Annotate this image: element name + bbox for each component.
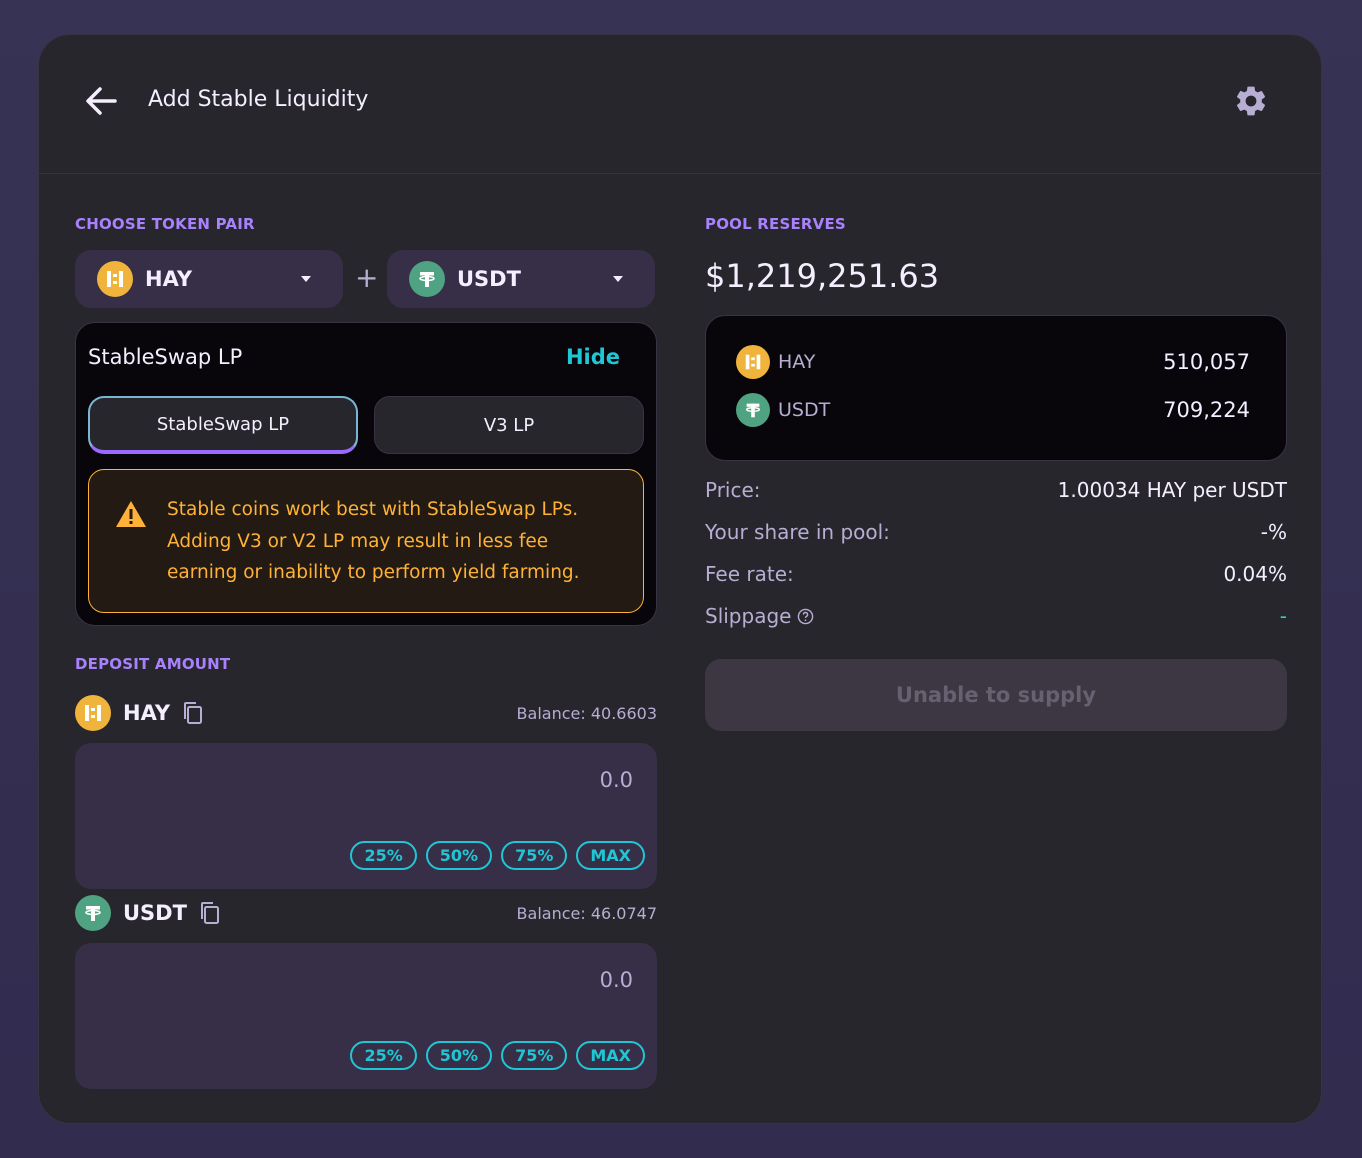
deposit-hay-box: 25% 50% 75% MAX [75, 743, 657, 889]
fee-label: Fee rate: [705, 562, 794, 586]
fee-value: 0.04% [1223, 562, 1287, 586]
percent-buttons: 25% 50% 75% MAX [350, 1041, 645, 1070]
question-circle-icon[interactable] [797, 608, 814, 625]
page-title: Add Stable Liquidity [148, 87, 369, 112]
token-b-select[interactable]: USDT [387, 250, 655, 308]
usdt-amount-input[interactable] [233, 965, 633, 995]
percent-25-button[interactable]: 25% [350, 1041, 417, 1070]
fee-row: Fee rate: 0.04% [705, 562, 1287, 586]
warning-triangle-icon [116, 501, 146, 527]
slippage-label-wrap: Slippage [705, 604, 814, 628]
token-b-symbol: USDT [457, 267, 521, 291]
deposit-token-symbol: USDT [123, 901, 187, 925]
percent-50-button[interactable]: 50% [425, 841, 493, 870]
plus-icon: + [355, 261, 379, 294]
share-value: -% [1260, 520, 1287, 544]
pool-total-value: $1,219,251.63 [705, 257, 940, 295]
percent-75-button[interactable]: 75% [501, 1041, 568, 1070]
lp-type-title: StableSwap LP [88, 345, 243, 369]
tab-stableswap-lp[interactable]: StableSwap LP [88, 396, 358, 454]
reserve-row-hay: HAY 510,057 [736, 344, 1250, 380]
chevron-down-icon [301, 276, 311, 282]
price-label: Price: [705, 478, 761, 502]
reserve-amount: 709,224 [1163, 398, 1250, 422]
slippage-row: Slippage - [705, 604, 1287, 628]
warning-line: Stable coins work best with StableSwap L… [167, 499, 579, 520]
price-value: 1.00034 HAY per USDT [1057, 478, 1287, 502]
reserve-symbol: USDT [778, 399, 831, 421]
hay-logo-icon [736, 345, 770, 379]
deposit-token-symbol: HAY [123, 701, 171, 725]
warning-text: Stable coins work best with StableSwap L… [167, 494, 627, 589]
warning-line: earning or inability to perform yield fa… [167, 562, 580, 583]
hay-logo-icon [97, 261, 133, 297]
hay-logo-icon [75, 695, 111, 731]
hay-amount-input[interactable] [233, 765, 633, 795]
hide-button[interactable]: Hide [566, 345, 620, 369]
card-header: Add Stable Liquidity [39, 35, 1321, 174]
warning-line: Adding V3 or V2 LP may result in less fe… [167, 530, 549, 552]
lp-type-panel: StableSwap LP Hide StableSwap LP V3 LP S… [75, 322, 657, 626]
share-row: Your share in pool: -% [705, 520, 1287, 544]
usdt-logo-icon [75, 895, 111, 931]
percent-75-button[interactable]: 75% [501, 841, 568, 870]
chevron-down-icon [613, 276, 623, 282]
balance-text: Balance: 40.6603 [516, 703, 657, 723]
token-a-symbol: HAY [145, 267, 193, 291]
slippage-label: Slippage [705, 604, 792, 628]
percent-50-button[interactable]: 50% [425, 1041, 493, 1070]
share-label: Your share in pool: [705, 520, 890, 544]
supply-button[interactable]: Unable to supply [705, 659, 1287, 731]
arrow-left-icon[interactable] [83, 83, 119, 119]
usdt-logo-icon [736, 393, 770, 427]
pool-reserves-label: POOL RESERVES [705, 215, 846, 233]
copy-icon[interactable] [199, 901, 221, 925]
deposit-hay-header: HAY Balance: 40.6603 [75, 693, 657, 733]
gear-icon[interactable] [1233, 83, 1269, 119]
choose-token-pair-label: CHOOSE TOKEN PAIR [75, 215, 255, 233]
max-button[interactable]: MAX [576, 1041, 645, 1070]
usdt-logo-icon [409, 261, 445, 297]
token-a-select[interactable]: HAY [75, 250, 343, 308]
deposit-usdt-header: USDT Balance: 46.0747 [75, 893, 657, 933]
price-row: Price: 1.00034 HAY per USDT [705, 478, 1287, 502]
balance-text: Balance: 46.0747 [516, 903, 657, 923]
tab-v3-lp[interactable]: V3 LP [374, 396, 644, 454]
percent-25-button[interactable]: 25% [350, 841, 417, 870]
percent-buttons: 25% 50% 75% MAX [350, 841, 645, 870]
add-liquidity-card: Add Stable Liquidity CHOOSE TOKEN PAIR H… [38, 34, 1322, 1124]
deposit-amount-label: DEPOSIT AMOUNT [75, 655, 231, 673]
slippage-value: - [1279, 604, 1287, 628]
deposit-usdt-box: 25% 50% 75% MAX [75, 943, 657, 1089]
reserve-row-usdt: USDT 709,224 [736, 392, 1250, 428]
reserve-amount: 510,057 [1163, 350, 1250, 374]
max-button[interactable]: MAX [576, 841, 645, 870]
warning-banner: Stable coins work best with StableSwap L… [88, 469, 644, 613]
reserves-panel: HAY 510,057 USDT 709,224 [705, 315, 1287, 461]
copy-icon[interactable] [182, 701, 204, 725]
reserve-symbol: HAY [778, 351, 816, 373]
